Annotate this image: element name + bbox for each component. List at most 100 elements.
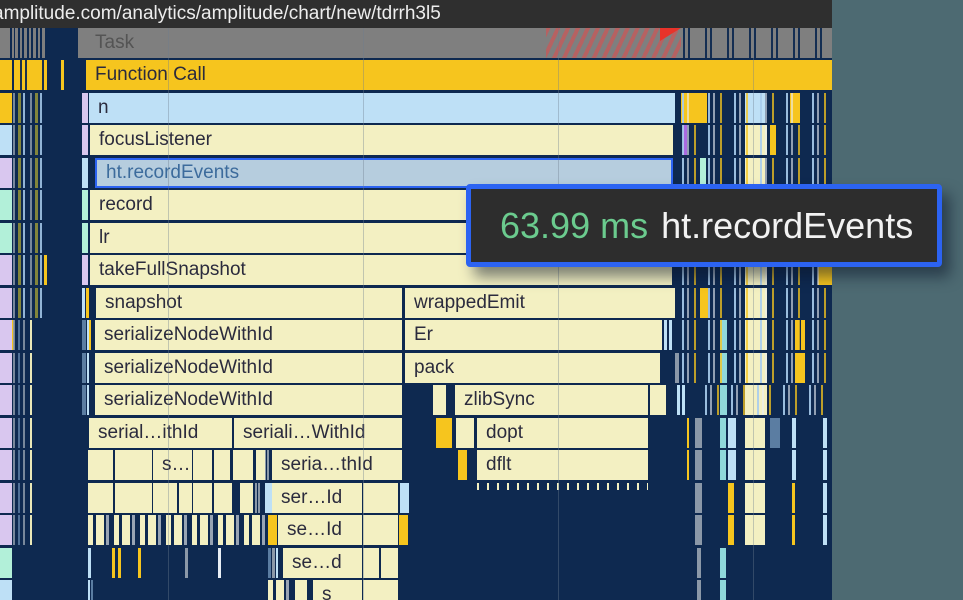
stripe-field bbox=[700, 385, 832, 415]
stripe-field bbox=[477, 483, 648, 490]
flame-bar-se-id[interactable]: se…Id bbox=[278, 515, 362, 545]
flame-bar-bar[interactable] bbox=[240, 483, 253, 513]
flame-row: focusListener bbox=[0, 125, 832, 155]
stripe-field bbox=[91, 580, 93, 600]
stripe-field bbox=[45, 28, 78, 58]
flame-bar-seria-thid[interactable]: seria…thId bbox=[272, 450, 402, 480]
flame-bar-bar[interactable] bbox=[88, 450, 113, 480]
flame-bar-bar[interactable] bbox=[256, 450, 265, 480]
flame-bar-wrappedemit[interactable]: wrappedEmit bbox=[405, 288, 675, 318]
stripe-field bbox=[13, 353, 25, 383]
flame-bar-serializenodewithid[interactable]: serializeNodeWithId bbox=[95, 353, 402, 383]
flame-bar-dopt[interactable]: dopt bbox=[477, 418, 648, 448]
flame-bar-bar[interactable] bbox=[223, 483, 232, 513]
stripe-field bbox=[687, 418, 689, 448]
stripe-field bbox=[728, 515, 734, 545]
stripe-field bbox=[823, 483, 827, 513]
stripe-field bbox=[88, 548, 91, 578]
flame-bar-bar[interactable] bbox=[179, 483, 192, 513]
flame-bar-snapshot[interactable]: snapshot bbox=[96, 288, 402, 318]
flame-bar-dflt[interactable]: dflt bbox=[477, 450, 648, 480]
stripe-field bbox=[13, 125, 47, 155]
stripe-field bbox=[0, 515, 12, 545]
flame-bar-bar[interactable] bbox=[295, 580, 307, 600]
flame-bar-ser-id[interactable]: ser…Id bbox=[272, 483, 362, 513]
flame-bar-bar[interactable] bbox=[268, 515, 277, 545]
stripe-field bbox=[677, 125, 832, 155]
flame-bar-bar[interactable] bbox=[363, 483, 398, 513]
flame-bar-bar[interactable] bbox=[115, 483, 152, 513]
stripe-field bbox=[82, 93, 88, 123]
flame-row: snapshotwrappedEmit bbox=[0, 288, 832, 318]
stripe-field bbox=[728, 483, 734, 513]
flame-bar-serializenodewithid[interactable]: serializeNodeWithId bbox=[95, 385, 402, 415]
flame-bar-serial-ithid[interactable]: serial…ithId bbox=[89, 418, 232, 448]
stripe-field bbox=[13, 158, 47, 188]
flame-bar-bar[interactable] bbox=[363, 548, 379, 578]
flame-row: serializeNodeWithIdEr bbox=[0, 320, 832, 350]
time-gridline bbox=[558, 28, 559, 600]
flame-bar-n[interactable]: n bbox=[89, 93, 675, 123]
stripe-field bbox=[0, 158, 12, 188]
stripe-field bbox=[823, 515, 827, 545]
stripe-field bbox=[745, 515, 765, 545]
stripe-field bbox=[13, 288, 47, 318]
url-bar[interactable]: amplitude.com/analytics/amplitude/chart/… bbox=[0, 0, 832, 28]
stripe-field bbox=[0, 190, 12, 220]
flame-bar-bar[interactable] bbox=[399, 515, 408, 545]
stripe-field bbox=[0, 288, 12, 318]
flame-bar-function-call[interactable]: Function Call bbox=[86, 60, 832, 90]
stripe-field bbox=[13, 93, 47, 123]
flame-chart[interactable]: TaskFunction CallnfocusListenerht.record… bbox=[0, 28, 832, 600]
flame-bar-bar[interactable] bbox=[657, 385, 666, 415]
stripe-field bbox=[745, 450, 765, 480]
stripe-field bbox=[677, 385, 680, 415]
flame-bar-pack[interactable]: pack bbox=[405, 353, 660, 383]
flame-row: serializeNodeWithIdpack bbox=[0, 353, 832, 383]
stripe-field bbox=[118, 548, 121, 578]
flame-bar-s[interactable]: s… bbox=[153, 450, 192, 480]
stripe-field bbox=[687, 450, 689, 480]
flame-bar-serializenodewithid[interactable]: serializeNodeWithId bbox=[95, 320, 402, 350]
flame-bar-bar[interactable] bbox=[193, 450, 212, 480]
stripe-field bbox=[18, 28, 20, 58]
flame-bar-bar[interactable] bbox=[115, 450, 152, 480]
flame-bar-bar[interactable] bbox=[233, 450, 253, 480]
frame-tooltip: 63.99 ms ht.recordEvents bbox=[466, 184, 942, 267]
flame-row-task: Task bbox=[0, 28, 832, 58]
stripe-field bbox=[82, 255, 88, 285]
flame-bar-bar[interactable] bbox=[363, 580, 398, 600]
stripe-field bbox=[22, 28, 24, 58]
flame-bar-seriali-withid[interactable]: seriali…WithId bbox=[234, 418, 402, 448]
stripe-field bbox=[82, 320, 86, 350]
devtools-performance-window: amplitude.com/analytics/amplitude/chart/… bbox=[0, 0, 832, 600]
time-gridline bbox=[363, 28, 364, 600]
stripe-field bbox=[677, 353, 832, 383]
stripe-field bbox=[0, 125, 12, 155]
stripe-field bbox=[697, 548, 701, 578]
stripe-field bbox=[823, 450, 827, 480]
stripe-field bbox=[13, 515, 25, 545]
flame-bar-zlibsync[interactable]: zlibSync bbox=[455, 385, 648, 415]
flame-bar-focuslistener[interactable]: focusListener bbox=[90, 125, 673, 155]
flame-bar-er[interactable]: Er bbox=[405, 320, 662, 350]
flame-bar-bar[interactable] bbox=[433, 385, 446, 415]
flame-bar-bar[interactable] bbox=[88, 483, 113, 513]
stripe-field bbox=[745, 418, 765, 448]
flame-bar-bar[interactable] bbox=[436, 418, 452, 448]
flame-bar-bar[interactable] bbox=[153, 483, 177, 513]
flame-bar-bar[interactable] bbox=[193, 483, 212, 513]
flame-bar-bar[interactable] bbox=[400, 483, 409, 513]
stripe-field bbox=[792, 515, 795, 545]
flame-bar-bar[interactable] bbox=[363, 515, 398, 545]
flame-bar-se-d[interactable]: se…d bbox=[283, 548, 362, 578]
stripe-field bbox=[61, 60, 64, 90]
flame-bar-bar[interactable] bbox=[381, 548, 398, 578]
flame-bar-bar[interactable] bbox=[214, 450, 230, 480]
stripe-field bbox=[0, 60, 12, 90]
flame-bar-bar[interactable] bbox=[456, 418, 474, 448]
flame-bar-bar[interactable] bbox=[214, 483, 223, 513]
flame-bar-bar[interactable] bbox=[458, 450, 467, 480]
stripe-field bbox=[728, 450, 736, 480]
flame-bar-s[interactable]: s bbox=[313, 580, 362, 600]
